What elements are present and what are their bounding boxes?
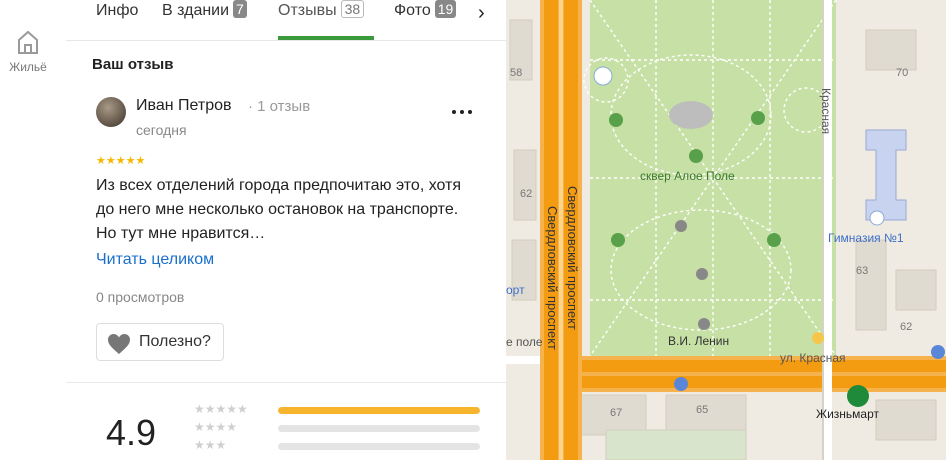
- avatar[interactable]: [96, 97, 126, 127]
- tab-in-building[interactable]: В здании 7: [162, 0, 247, 40]
- distribution-bar: [278, 425, 480, 432]
- review-author[interactable]: Иван Петров: [136, 97, 232, 115]
- rating-value: 4.9: [106, 412, 157, 453]
- review-text: Из всех отделений города предпочитаю это…: [96, 177, 462, 242]
- rail-item-label: Жильё: [9, 60, 47, 74]
- map-label-edge-1: орт: [506, 283, 525, 297]
- review-date: сегодня: [136, 122, 187, 138]
- tab-count-badge: 7: [233, 0, 247, 18]
- rail-item-housing[interactable]: Жильё: [0, 28, 56, 74]
- map-canvas[interactable]: сквер Алое Поле В.И. Ленин Гимназия №1 Ж…: [506, 0, 946, 461]
- tabs-scroll-right-icon[interactable]: ›: [478, 2, 485, 25]
- map[interactable]: сквер Алое Поле В.И. Ленин Гимназия №1 Ж…: [506, 0, 946, 461]
- tab-count-badge: 38: [340, 0, 365, 18]
- map-label-edge-2: е поле: [506, 335, 543, 349]
- map-house-number: 67: [610, 407, 622, 419]
- map-label-park: сквер Алое Поле: [640, 169, 735, 183]
- map-label-shop: Жизньмарт: [816, 407, 879, 421]
- map-label-avenue-1: Свердловский проспект: [565, 186, 580, 330]
- author-review-count: · 1 отзыв: [248, 98, 311, 115]
- tab-reviews[interactable]: Отзывы 38: [278, 0, 365, 40]
- map-house-number: 65: [696, 404, 708, 416]
- distribution-bar: [278, 443, 480, 450]
- useful-label: Полезно?: [139, 333, 211, 350]
- map-label-street-horizontal: ул. Красная: [780, 351, 846, 365]
- heart-icon: [108, 334, 130, 354]
- left-rail: Жильё: [0, 0, 67, 460]
- tab-info[interactable]: Инфо: [96, 0, 138, 40]
- map-label-street-vertical: Красная: [819, 88, 833, 134]
- tab-label: Инфо: [96, 2, 139, 19]
- distribution-stars: ★★★: [194, 438, 227, 452]
- tab-label: Отзывы: [278, 2, 337, 19]
- tab-bar: Инфо В здании 7 Отзывы 38 Фото 19 ›: [66, 0, 506, 41]
- place-panel: Инфо В здании 7 Отзывы 38 Фото 19 › Ваш отз…: [66, 0, 506, 460]
- tab-label: В здании: [162, 2, 230, 19]
- distribution-stars: ★★★★: [194, 420, 238, 434]
- views-count: 0 просмотров: [96, 289, 185, 305]
- distribution-stars: ★★★★★: [194, 402, 248, 416]
- map-label-avenue-2: Свердловский проспект: [545, 206, 560, 350]
- map-house-number: 70: [896, 67, 908, 79]
- tab-label: Фото: [394, 2, 431, 19]
- map-house-number: 63: [856, 265, 868, 277]
- active-tab-indicator: [278, 36, 374, 40]
- review-stars: ★★★★★: [96, 155, 146, 167]
- more-options-button[interactable]: [450, 100, 474, 124]
- map-label-lenin: В.И. Ленин: [668, 334, 729, 348]
- distribution-bar-fill: [278, 407, 480, 414]
- read-more-link[interactable]: Читать целиком: [96, 251, 214, 269]
- distribution-bar: [278, 407, 480, 414]
- map-house-number: 62: [900, 321, 912, 333]
- house-icon: [18, 30, 38, 54]
- section-title: Ваш отзыв: [92, 56, 174, 73]
- tab-photos[interactable]: Фото 19: [394, 0, 457, 40]
- useful-button[interactable]: Полезно?: [96, 323, 224, 361]
- tab-count-badge: 19: [434, 0, 457, 18]
- map-label-school: Гимназия №1: [828, 231, 904, 245]
- map-house-number: 62: [520, 188, 532, 200]
- divider: [66, 382, 506, 383]
- map-house-number: 58: [510, 67, 522, 79]
